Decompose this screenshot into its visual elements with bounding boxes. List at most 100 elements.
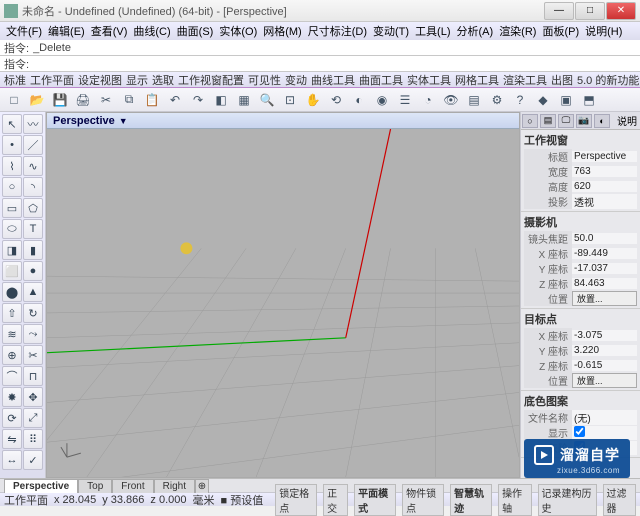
tooltab-transform[interactable]: 变动 (285, 72, 307, 88)
layers-icon[interactable]: ▤ (464, 90, 484, 110)
menu-dimension[interactable]: 尺寸标注(D) (308, 23, 367, 39)
properties-icon[interactable]: ◔ (418, 90, 438, 110)
tooltab-cplane[interactable]: 工作平面 (30, 72, 74, 88)
zoom-icon[interactable]: 🔍 (257, 90, 277, 110)
sb-history[interactable]: 记录建构历史 (538, 484, 597, 516)
layer-icon[interactable]: ☰ (395, 90, 415, 110)
show-checkbox[interactable] (574, 426, 585, 437)
tooltab-layout[interactable]: 工作视窗配置 (178, 72, 244, 88)
tooltab-standard[interactable]: 标准 (4, 72, 26, 88)
circle-icon[interactable]: ○ (2, 177, 22, 197)
tool-a-icon[interactable]: ◆ (533, 90, 553, 110)
menu-tools[interactable]: 工具(L) (415, 23, 450, 39)
menu-view[interactable]: 查看(V) (91, 23, 128, 39)
sb-osnap[interactable]: 物件锁点 (402, 484, 444, 516)
viewport[interactable] (47, 129, 519, 477)
tooltab-display[interactable]: 显示 (126, 72, 148, 88)
rect-icon[interactable]: ▭ (2, 198, 22, 218)
vtab-right[interactable]: Right (154, 479, 195, 493)
sb-filter[interactable]: 过滤器 (603, 484, 636, 516)
revolve-icon[interactable]: ↻ (23, 303, 43, 323)
explode-icon[interactable]: ✸ (2, 387, 22, 407)
status-layer[interactable]: ■ 预设值 (221, 492, 264, 508)
vtab-top[interactable]: Top (78, 479, 112, 493)
mirror-icon[interactable]: ⇋ (2, 429, 22, 449)
sb-gridsnap[interactable]: 锁定格点 (275, 484, 317, 516)
menu-file[interactable]: 文件(F) (6, 23, 42, 39)
polyline-icon[interactable]: ⌇ (2, 156, 22, 176)
point-icon[interactable]: • (2, 135, 22, 155)
tooltab-solidtools[interactable]: 实体工具 (407, 72, 451, 88)
cut-icon[interactable]: ✂ (96, 90, 116, 110)
paste-icon[interactable]: 📋 (142, 90, 162, 110)
dim-icon[interactable]: ↔ (2, 450, 22, 470)
boolean-icon[interactable]: ⊕ (2, 345, 22, 365)
arc-icon[interactable]: ◝ (23, 177, 43, 197)
maximize-button[interactable]: □ (575, 2, 605, 20)
shade-icon[interactable]: ◐ (349, 90, 369, 110)
tab-layers-icon[interactable]: ▤ (540, 114, 556, 128)
line-icon[interactable]: ／ (23, 135, 43, 155)
box-icon[interactable]: ⬜ (2, 261, 22, 281)
tooltab-select[interactable]: 选取 (152, 72, 174, 88)
move-icon[interactable]: ✥ (23, 387, 43, 407)
curve-icon[interactable]: ∿ (23, 156, 43, 176)
help-icon[interactable]: ? (510, 90, 530, 110)
tab-mat-icon[interactable]: ◐ (594, 114, 610, 128)
undo-icon[interactable]: ↶ (165, 90, 185, 110)
print-icon[interactable]: 🖨 (73, 90, 93, 110)
vtab-front[interactable]: Front (112, 479, 153, 493)
trim-icon[interactable]: ✂ (23, 345, 43, 365)
extrude-icon[interactable]: ⇧ (2, 303, 22, 323)
tooltab-surftools[interactable]: 曲面工具 (359, 72, 403, 88)
polygon-icon[interactable]: ⬠ (23, 198, 43, 218)
viewport-icon[interactable]: ▦ (234, 90, 254, 110)
tab-props-icon[interactable]: ○ (522, 114, 538, 128)
hide-icon[interactable]: 👁 (441, 90, 461, 110)
menu-transform[interactable]: 变动(T) (373, 23, 409, 39)
command-line-2[interactable]: 指令: (0, 56, 640, 72)
tooltab-new[interactable]: 5.0 的新功能 (577, 72, 639, 88)
tooltab-setview[interactable]: 设定视图 (78, 72, 122, 88)
new-icon[interactable]: □ (4, 90, 24, 110)
fillet-icon[interactable]: ⌒ (2, 366, 22, 386)
menu-surface[interactable]: 曲面(S) (177, 23, 214, 39)
tooltab-curvetools[interactable]: 曲线工具 (311, 72, 355, 88)
cplane-icon[interactable]: ◧ (211, 90, 231, 110)
viewport-title-tab[interactable]: Perspective ▼ (47, 113, 519, 129)
lasso-icon[interactable]: 〰 (23, 114, 43, 134)
solid-icon[interactable]: ▮ (23, 240, 43, 260)
pointer-icon[interactable]: ↖ (2, 114, 22, 134)
copy-icon[interactable]: ⧉ (119, 90, 139, 110)
close-button[interactable]: ✕ (606, 2, 636, 20)
tooltab-visibility[interactable]: 可见性 (248, 72, 281, 88)
ellipse-icon[interactable]: ⬭ (2, 219, 22, 239)
sphere-icon[interactable]: ● (23, 261, 43, 281)
scale-icon[interactable]: ⤢ (23, 408, 43, 428)
menu-mesh[interactable]: 网格(M) (263, 23, 302, 39)
panel-help-link[interactable]: 说明 (615, 113, 639, 128)
rotate-icon[interactable]: ⟲ (326, 90, 346, 110)
vtab-add[interactable]: ⊕ (195, 479, 209, 493)
join-icon[interactable]: ⊓ (23, 366, 43, 386)
text-icon[interactable]: T (23, 219, 43, 239)
tab-cam-icon[interactable]: 📷 (576, 114, 592, 128)
menu-curve[interactable]: 曲线(C) (133, 23, 170, 39)
vtab-perspective[interactable]: Perspective (4, 479, 78, 493)
sb-planar[interactable]: 平面模式 (354, 484, 396, 516)
sb-smarttrack[interactable]: 智慧轨迹 (450, 484, 492, 516)
tooltab-rendertools[interactable]: 渲染工具 (503, 72, 547, 88)
redo-icon[interactable]: ↷ (188, 90, 208, 110)
cylinder-icon[interactable]: ⬤ (2, 282, 22, 302)
analyze-icon[interactable]: ✓ (23, 450, 43, 470)
tab-display-icon[interactable]: 🖵 (558, 114, 574, 128)
sb-ortho[interactable]: 正交 (323, 484, 348, 516)
tool-c-icon[interactable]: ⬒ (579, 90, 599, 110)
pan-icon[interactable]: ✋ (303, 90, 323, 110)
save-icon[interactable]: 💾 (50, 90, 70, 110)
sb-gumball[interactable]: 操作轴 (498, 484, 531, 516)
open-icon[interactable]: 📂 (27, 90, 47, 110)
menu-solid[interactable]: 实体(O) (219, 23, 257, 39)
loft-icon[interactable]: ≋ (2, 324, 22, 344)
tool-b-icon[interactable]: ▣ (556, 90, 576, 110)
